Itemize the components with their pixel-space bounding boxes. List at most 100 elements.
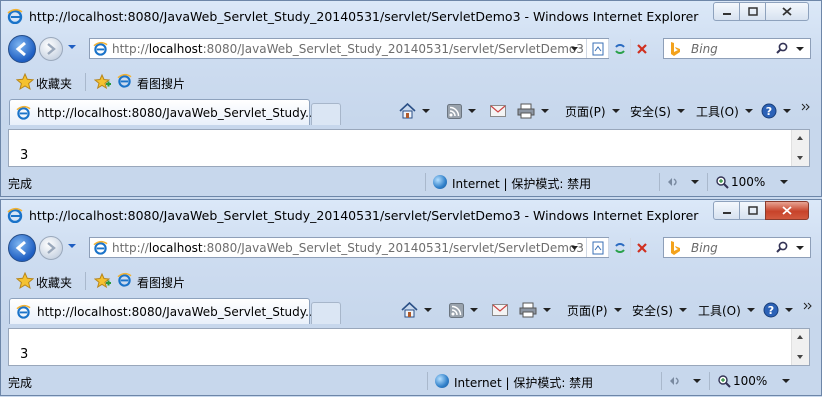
print-dropdown-icon — [543, 308, 551, 312]
back-button[interactable] — [8, 234, 36, 262]
address-url[interactable]: http://localhost:8080/JavaWeb_Servlet_St… — [112, 241, 584, 255]
zoom-dropdown-icon[interactable] — [782, 379, 790, 383]
safety-menu-dropdown-icon — [676, 109, 685, 113]
refresh-button[interactable] — [608, 39, 631, 58]
security-zone-text[interactable]: Internet | 保护模式: 禁用 — [452, 175, 591, 192]
vertical-scrollbar[interactable] — [791, 130, 809, 166]
minimize-button[interactable] — [713, 201, 740, 220]
tools-menu-dropdown-icon — [746, 308, 755, 312]
tools-menu[interactable]: 工具(O) — [696, 102, 753, 120]
favorite-link[interactable]: 看图搜片 — [137, 75, 185, 92]
home-button[interactable] — [401, 301, 432, 319]
address-bar[interactable]: http://localhost:8080/JavaWeb_Servlet_St… — [89, 237, 647, 258]
status-text: 完成 — [8, 177, 33, 191]
page-menu[interactable]: 页面(P) — [565, 102, 620, 120]
search-icon[interactable] — [776, 42, 789, 55]
rss-feed-icon — [449, 302, 464, 318]
close-icon — [782, 206, 792, 215]
stop-button[interactable] — [630, 238, 653, 257]
forward-button[interactable] — [39, 37, 63, 61]
vertical-scrollbar[interactable] — [791, 329, 809, 365]
address-url[interactable]: http://localhost:8080/JavaWeb_Servlet_St… — [112, 42, 584, 56]
feeds-button[interactable] — [447, 102, 476, 120]
close-button[interactable] — [765, 2, 809, 21]
forward-arrow-icon — [47, 242, 56, 254]
home-button[interactable] — [399, 102, 430, 120]
stop-icon — [637, 242, 647, 253]
navigation-bar: http://localhost:8080/JavaWeb_Servlet_St… — [1, 232, 821, 266]
more-commands-chevron-icon[interactable] — [803, 301, 812, 311]
read-mail-button[interactable] — [492, 301, 508, 319]
title-bar[interactable]: http://localhost:8080/JavaWeb_Servlet_St… — [1, 1, 821, 31]
help-dropdown-icon — [785, 308, 793, 312]
search-icon[interactable] — [776, 241, 789, 254]
toolbar-separator — [85, 272, 86, 290]
new-tab-button[interactable] — [311, 302, 341, 324]
more-commands-chevron-icon[interactable] — [801, 102, 810, 112]
favorites-button[interactable]: 收藏夹 — [36, 75, 72, 92]
tab-current-page[interactable]: http://localhost:8080/JavaWeb_Servlet_St… — [9, 99, 317, 125]
search-box[interactable]: Bing — [663, 237, 811, 258]
safety-menu-label: 安全(S) — [630, 104, 671, 119]
new-tab-button[interactable] — [311, 103, 341, 125]
search-box[interactable]: Bing — [663, 38, 811, 59]
back-button[interactable] — [8, 35, 36, 63]
security-zone-text[interactable]: Internet | 保护模式: 禁用 — [454, 374, 593, 391]
compatibility-view-button[interactable] — [586, 238, 609, 257]
tab-current-page[interactable]: http://localhost:8080/JavaWeb_Servlet_St… — [9, 298, 317, 324]
help-button[interactable]: ? — [763, 301, 793, 319]
zoom-level[interactable]: 100% — [731, 175, 765, 189]
scroll-up-arrow-icon[interactable] — [797, 335, 803, 339]
scroll-up-arrow-icon[interactable] — [797, 136, 803, 140]
safety-menu[interactable]: 安全(S) — [630, 102, 685, 120]
tab-ie-icon — [16, 304, 31, 319]
popup-settings-icon[interactable] — [669, 374, 685, 388]
status-separator — [707, 173, 708, 191]
address-dropdown-icon[interactable] — [568, 42, 581, 55]
recent-pages-dropdown-icon[interactable] — [67, 242, 77, 250]
minimize-button[interactable] — [713, 2, 740, 21]
zoom-level[interactable]: 100% — [733, 374, 767, 388]
close-button[interactable] — [765, 201, 809, 220]
add-to-favorites-icon[interactable] — [94, 73, 112, 91]
address-dropdown-icon[interactable] — [568, 241, 581, 254]
forward-button[interactable] — [39, 236, 63, 260]
tools-menu-label: 工具(O) — [696, 104, 739, 119]
popup-settings-dropdown-icon[interactable] — [693, 379, 701, 383]
page-menu[interactable]: 页面(P) — [567, 301, 622, 319]
back-arrow-icon — [15, 41, 26, 57]
favorites-button[interactable]: 收藏夹 — [36, 274, 72, 291]
search-options-dropdown-icon[interactable] — [795, 42, 805, 55]
page-content: 3 — [8, 328, 810, 366]
feeds-button[interactable] — [449, 301, 478, 319]
add-to-favorites-icon[interactable] — [94, 272, 112, 290]
printer-icon — [517, 103, 535, 119]
forward-arrow-icon — [47, 43, 56, 55]
print-button[interactable] — [517, 102, 549, 120]
help-dropdown-icon — [783, 109, 791, 113]
help-button[interactable]: ? — [761, 102, 791, 120]
favorite-link[interactable]: 看图搜片 — [137, 274, 185, 291]
compatibility-view-button[interactable] — [586, 39, 609, 58]
maximize-button[interactable] — [739, 2, 766, 21]
maximize-button[interactable] — [739, 201, 766, 220]
title-bar[interactable]: http://localhost:8080/JavaWeb_Servlet_St… — [1, 200, 821, 230]
popup-settings-dropdown-icon[interactable] — [691, 180, 699, 184]
scroll-down-arrow-icon[interactable] — [797, 156, 803, 160]
refresh-button[interactable] — [608, 238, 631, 257]
zoom-dropdown-icon[interactable] — [780, 180, 788, 184]
read-mail-button[interactable] — [490, 102, 506, 120]
scroll-down-arrow-icon[interactable] — [797, 355, 803, 359]
recent-pages-dropdown-icon[interactable] — [67, 43, 77, 51]
safety-menu[interactable]: 安全(S) — [632, 301, 687, 319]
address-bar[interactable]: http://localhost:8080/JavaWeb_Servlet_St… — [89, 38, 647, 59]
print-button[interactable] — [519, 301, 551, 319]
home-dropdown-icon — [422, 109, 430, 113]
stop-button[interactable] — [630, 39, 653, 58]
tools-menu[interactable]: 工具(O) — [698, 301, 755, 319]
search-options-dropdown-icon[interactable] — [795, 241, 805, 254]
printer-icon — [519, 302, 537, 318]
ie-logo-icon — [7, 207, 23, 223]
compatibility-view-icon — [592, 42, 604, 55]
popup-settings-icon[interactable] — [667, 175, 683, 189]
